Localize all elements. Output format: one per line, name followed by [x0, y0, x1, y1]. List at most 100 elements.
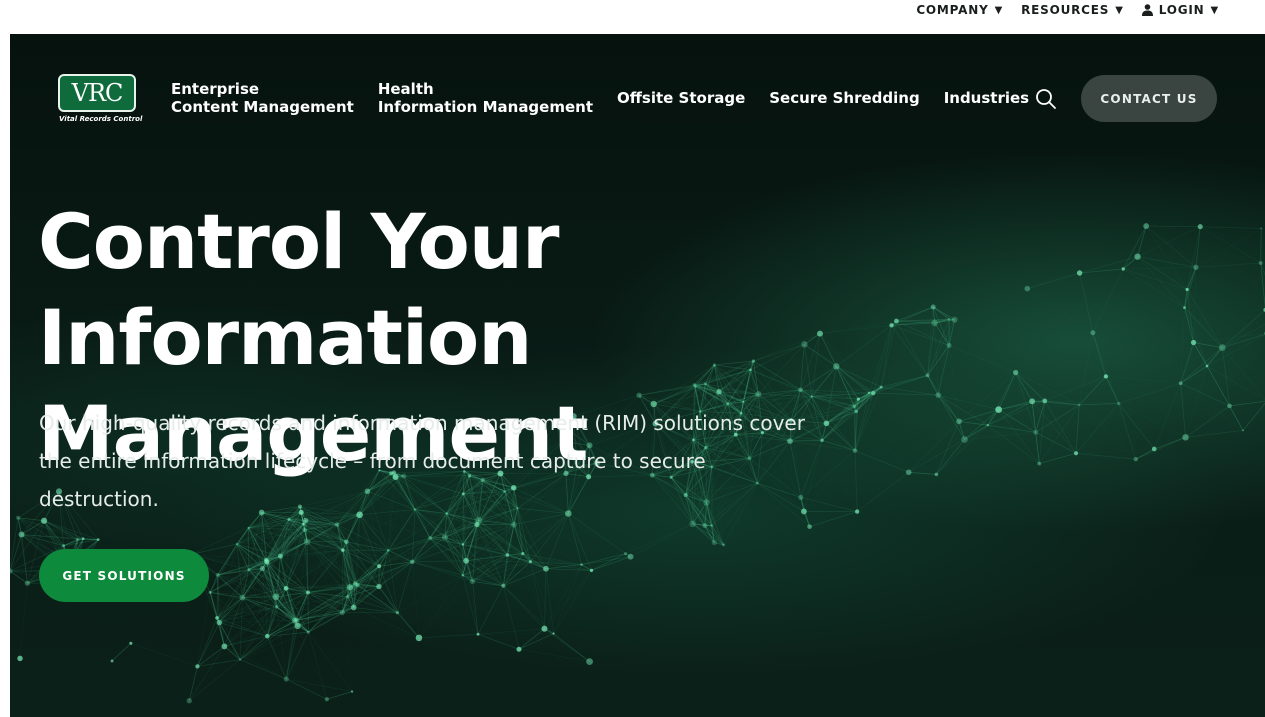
network-node: [1134, 253, 1141, 260]
network-node: [854, 509, 860, 514]
network-line: [1185, 308, 1265, 310]
network-node: [24, 580, 30, 586]
network-line: [1221, 347, 1265, 400]
network-node: [627, 553, 634, 560]
network-line: [418, 633, 479, 639]
network-node: [1090, 330, 1096, 336]
network-node: [16, 515, 21, 520]
network-line: [111, 643, 132, 662]
network-line: [1229, 400, 1265, 407]
network-node: [350, 604, 357, 611]
network-node: [1182, 434, 1189, 441]
network-line: [1080, 226, 1147, 273]
network-line: [473, 581, 519, 649]
network-line: [1200, 226, 1262, 229]
network-node: [81, 537, 85, 540]
search-button[interactable]: [1035, 88, 1057, 110]
contact-us-button[interactable]: CONTACT US: [1081, 75, 1217, 122]
network-line: [1123, 268, 1188, 290]
get-solutions-button[interactable]: GET SOLUTIONS: [39, 549, 209, 602]
network-node: [324, 697, 329, 702]
nav-item-label: Information Management: [377, 98, 593, 116]
network-line: [1092, 268, 1124, 333]
company-menu[interactable]: COMPANY ▼: [916, 3, 1003, 17]
network-node: [711, 539, 717, 546]
network-node: [722, 543, 726, 547]
network-node: [306, 590, 310, 595]
network-node: [501, 583, 506, 588]
network-node: [215, 573, 220, 577]
network-node: [341, 548, 345, 552]
network-line: [326, 691, 353, 700]
network-node: [283, 585, 289, 591]
resources-menu[interactable]: RESOURCES ▼: [1021, 3, 1124, 17]
nav-health-information-management[interactable]: Health Information Management: [378, 80, 593, 116]
network-node: [346, 584, 354, 591]
nav-item-label: Offsite Storage: [617, 89, 746, 107]
network-line: [477, 633, 520, 650]
network-line: [1118, 382, 1181, 404]
network-node: [283, 676, 289, 682]
network-line: [1222, 333, 1265, 348]
network-line: [503, 585, 520, 650]
network-node: [1103, 374, 1109, 379]
hero-description: Our high-quality records and information…: [39, 411, 805, 511]
nav-secure-shredding[interactable]: Secure Shredding: [769, 89, 919, 107]
network-node: [1218, 344, 1226, 351]
network-node: [623, 552, 628, 556]
network-node: [511, 521, 517, 528]
network-line: [544, 568, 547, 629]
network-node: [1227, 403, 1232, 409]
network-node: [334, 522, 340, 527]
network-line: [477, 585, 504, 635]
network-line: [378, 586, 420, 639]
nav-industries[interactable]: Industries: [944, 89, 1029, 107]
network-line: [518, 633, 554, 650]
login-menu[interactable]: LOGIN ▼: [1141, 3, 1219, 17]
hero-title-line: Control Your Information: [38, 197, 559, 382]
main-nav: Enterprise Content Management Health Inf…: [171, 80, 1029, 116]
network-line: [1031, 401, 1077, 454]
network-line: [397, 575, 464, 614]
network-node: [247, 568, 251, 571]
network-line: [1032, 376, 1106, 401]
network-node: [1178, 381, 1183, 386]
nav-offsite-storage[interactable]: Offsite Storage: [617, 89, 745, 107]
network-node: [62, 544, 66, 548]
network-node: [339, 609, 345, 616]
network-node: [345, 594, 350, 599]
network-line: [478, 634, 554, 635]
nav-enterprise-content-management[interactable]: Enterprise Content Management: [171, 80, 354, 116]
vrc-logo[interactable]: VRC Vital Records Control: [58, 74, 142, 126]
network-line: [353, 607, 420, 639]
logo-mark: VRC: [58, 74, 136, 112]
network-line: [1137, 225, 1147, 257]
network-node: [1205, 364, 1209, 368]
hero-section: VRC Vital Records Control Enterprise Con…: [10, 34, 1265, 717]
nav-item-label: Industries: [943, 89, 1030, 107]
network-node: [807, 524, 812, 529]
login-menu-label: LOGIN: [1158, 3, 1205, 17]
network-node: [186, 698, 192, 704]
network-node: [195, 664, 200, 669]
network-node: [1197, 224, 1203, 230]
network-line: [1123, 266, 1196, 270]
network-node: [1183, 306, 1187, 310]
network-line: [1206, 365, 1265, 401]
network-line: [1200, 226, 1261, 264]
network-line: [355, 583, 419, 638]
network-node: [580, 563, 583, 566]
network-node: [475, 517, 483, 524]
network-line: [1222, 323, 1265, 348]
network-line: [1118, 403, 1155, 450]
network-line: [130, 642, 198, 667]
network-line: [197, 592, 211, 667]
network-node: [1241, 429, 1245, 432]
network-line: [462, 575, 479, 635]
network-node: [306, 630, 310, 634]
network-node: [287, 517, 291, 521]
network-line: [472, 581, 479, 635]
search-icon: [1036, 89, 1056, 109]
network-line: [1242, 402, 1265, 431]
network-node: [702, 523, 708, 529]
